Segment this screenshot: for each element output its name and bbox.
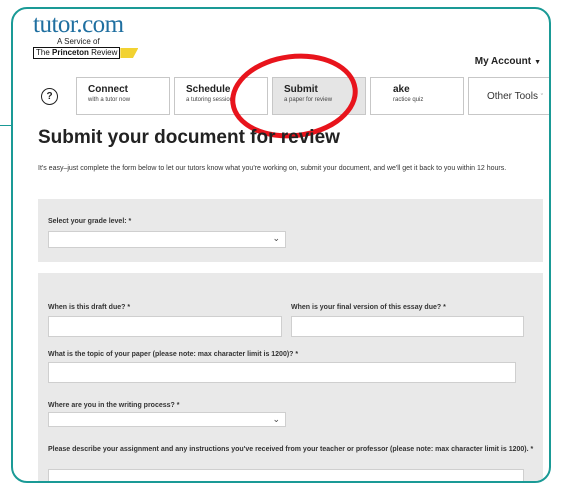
page-title: Submit your document for review	[38, 127, 340, 148]
tab-take-quiz[interactable]: ake ractice quiz	[370, 77, 464, 115]
topic-input[interactable]	[48, 362, 516, 383]
chevron-down-icon: ˇ	[540, 94, 544, 101]
screenshot-frame: tutor.com A Service of The Princeton Rev…	[11, 7, 551, 483]
intro-text: It's easy–just complete the form below t…	[38, 165, 507, 172]
grade-label: Select your grade level: *	[48, 218, 132, 225]
tab-title: Other Tools ˇ	[487, 91, 549, 104]
partner-prefix: The	[36, 48, 53, 57]
tab-subtitle: with a tutor now	[88, 97, 131, 103]
draft-due-input[interactable]	[48, 316, 282, 337]
partner-bold: Princeton	[52, 48, 89, 57]
princeton-review-text: The Princeton Review	[33, 47, 121, 59]
tab-title-text: Other Tools	[487, 91, 538, 102]
grade-panel: Select your grade level: *	[38, 199, 543, 262]
tab-subtitle: ractice quiz	[393, 97, 424, 103]
princeton-review-badge: The Princeton Review	[33, 47, 139, 59]
final-due-label: When is your final version of this essay…	[291, 304, 446, 311]
tab-other-tools[interactable]: Other Tools ˇ	[468, 77, 549, 115]
partner-suffix: Review	[88, 48, 118, 57]
tutor-com-logo[interactable]: tutor.com A Service of The Princeton Rev…	[33, 11, 139, 59]
process-label: Where are you in the writing process? *	[48, 402, 180, 409]
my-account-label: My Account	[474, 56, 532, 67]
caret-down-icon: ▼	[534, 59, 541, 66]
tab-title: ake	[393, 84, 410, 95]
logo-flag-icon	[120, 48, 139, 58]
logo-wordmark: tutor.com	[33, 11, 124, 38]
final-due-input[interactable]	[291, 316, 524, 337]
assignment-label: Please describe your assignment and any …	[48, 446, 534, 453]
my-account-menu[interactable]: My Account ▼	[475, 56, 541, 67]
topic-label: What is the topic of your paper (please …	[48, 351, 299, 358]
assignment-textarea[interactable]	[48, 469, 524, 481]
tab-title: Connect	[88, 84, 128, 95]
help-icon[interactable]: ?	[41, 88, 58, 105]
writing-process-select[interactable]	[48, 412, 286, 427]
grade-select[interactable]	[48, 231, 286, 248]
logo-tagline: A Service of	[57, 37, 100, 46]
tab-connect[interactable]: Connect with a tutor now	[76, 77, 170, 115]
draft-due-label: When is this draft due? *	[48, 304, 131, 311]
details-panel: When is this draft due? * When is your f…	[38, 273, 543, 481]
